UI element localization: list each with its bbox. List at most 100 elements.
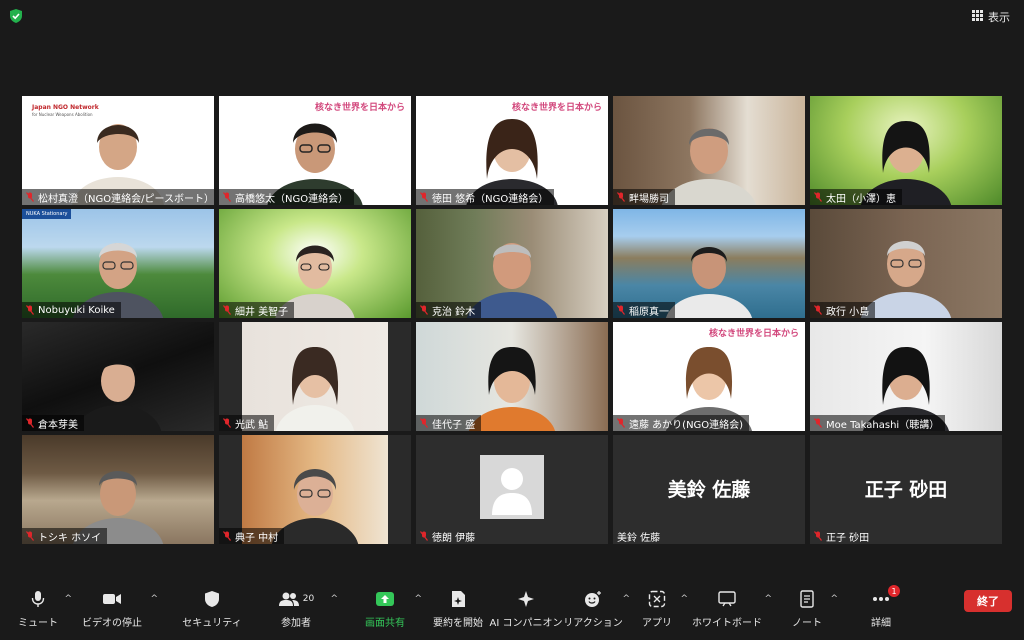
- muted-mic-icon: [223, 531, 231, 541]
- participant-name: 佳代子 盛: [432, 419, 476, 431]
- participant-tile[interactable]: 核なき世界を日本から 徳田 悠希（NGO連絡会）: [416, 96, 608, 205]
- participant-name-label: 太田（小澤）恵: [810, 189, 902, 205]
- participant-name-label: Moe Takahashi（聴講）: [810, 415, 946, 431]
- chevron-up-icon[interactable]: ^: [414, 594, 422, 604]
- chevron-up-icon[interactable]: ^: [64, 594, 72, 604]
- participant-count: 20: [302, 594, 315, 604]
- participant-tile[interactable]: 太田（小澤）恵: [810, 96, 1002, 205]
- muted-mic-icon: [223, 305, 231, 315]
- participant-tile-active-speaker[interactable]: 核なき世界を日本から 高橋悠太（NGO連絡会）: [219, 96, 411, 205]
- notes-label: ノート: [792, 618, 822, 629]
- emoji-reaction-icon: [584, 586, 602, 612]
- chevron-up-icon[interactable]: ^: [622, 594, 630, 604]
- participant-name: 遠藤 あかり(NGO連絡会): [629, 419, 744, 431]
- participant-name-label: 徳朗 伊藤: [416, 528, 481, 544]
- end-meeting-button[interactable]: 終了: [964, 590, 1012, 612]
- participant-display-name: 正子 砂田: [864, 479, 948, 501]
- notification-badge: 1: [888, 585, 900, 597]
- participant-name: 美鈴 佐藤: [617, 532, 661, 544]
- chevron-up-icon[interactable]: ^: [830, 594, 838, 604]
- participant-tile[interactable]: Japan NGO Network for Nuclear Weapons Ab…: [22, 96, 214, 205]
- participant-tile-no-video[interactable]: 正子 砂田 正子 砂田: [810, 435, 1002, 544]
- participant-name-label: 光武 鮎: [219, 415, 275, 431]
- participants-button[interactable]: 20 参加者 ^: [274, 586, 338, 634]
- participant-name-label: 美鈴 佐藤: [613, 528, 666, 544]
- muted-mic-icon: [420, 192, 428, 202]
- participant-tile-no-video[interactable]: 美鈴 佐藤 美鈴 佐藤: [613, 435, 805, 544]
- muted-mic-icon: [420, 418, 428, 428]
- participant-tile[interactable]: 克治 鈴木: [416, 209, 608, 318]
- participant-tile[interactable]: 光武 鮎: [219, 322, 411, 431]
- muted-mic-icon: [617, 305, 625, 315]
- chevron-up-icon[interactable]: ^: [330, 594, 338, 604]
- apps-icon: [648, 586, 666, 612]
- participant-display-name: 美鈴 佐藤: [667, 479, 751, 501]
- chevron-up-icon[interactable]: ^: [764, 594, 772, 604]
- participant-name-label: 細井 美智子: [219, 302, 295, 318]
- participant-tile[interactable]: 畔場勝司: [613, 96, 805, 205]
- participant-name: 高橋悠太（NGO連絡会）: [235, 193, 349, 205]
- participant-name: 畔場勝司: [629, 193, 669, 205]
- microphone-icon: [31, 586, 45, 612]
- muted-mic-icon: [26, 192, 34, 202]
- chevron-up-icon[interactable]: ^: [150, 594, 158, 604]
- participant-tile[interactable]: NUKA Stationary Nobuyuki Koike: [22, 209, 214, 318]
- participant-name: 克治 鈴木: [432, 306, 476, 318]
- muted-mic-icon: [420, 531, 428, 541]
- participant-name: 松村真澄（NGO連絡会/ピースボート）: [38, 193, 214, 205]
- participant-tile[interactable]: Moe Takahashi（聴講）: [810, 322, 1002, 431]
- participant-name: 徳田 悠希（NGO連絡会）: [432, 193, 549, 205]
- participants-icon: 20: [278, 586, 314, 612]
- ai-label: AI コンパニオン: [489, 618, 563, 629]
- participant-tile[interactable]: 典子 中村: [219, 435, 411, 544]
- participant-name-label: 政行 小島: [810, 302, 876, 318]
- participant-name-label: 松村真澄（NGO連絡会/ピースボート）: [22, 189, 214, 205]
- participant-name-label: 稲原真一: [613, 302, 675, 318]
- participant-name: Nobuyuki Koike: [38, 304, 115, 316]
- video-grid: Japan NGO Network for Nuclear Weapons Ab…: [22, 96, 1004, 544]
- start-summary-button[interactable]: 要約を開始: [432, 586, 484, 634]
- security-button[interactable]: セキュリティ: [180, 586, 244, 634]
- grid-view-icon: [972, 10, 983, 24]
- participant-name-label: 遠藤 あかり(NGO連絡会): [613, 415, 750, 431]
- participant-name: Moe Takahashi（聴講）: [826, 419, 940, 431]
- muted-mic-icon: [26, 418, 34, 428]
- apps-label: アプリ: [642, 618, 672, 629]
- apps-button[interactable]: アプリ ^: [640, 586, 688, 634]
- participant-tile-no-video[interactable]: 徳朗 伊藤: [416, 435, 608, 544]
- muted-mic-icon: [26, 531, 34, 541]
- whiteboard-button[interactable]: ホワイトボード ^: [692, 586, 772, 634]
- participant-tile[interactable]: 細井 美智子: [219, 209, 411, 318]
- more-button[interactable]: 1 詳細: [866, 585, 900, 634]
- participant-name: トシキ ホソイ: [38, 532, 102, 544]
- shield-icon: [204, 586, 220, 612]
- banner-text: NUKA Stationary: [22, 209, 72, 219]
- participant-name: 細井 美智子: [235, 306, 289, 318]
- share-screen-icon: [375, 586, 395, 612]
- participant-name-label: 佳代子 盛: [416, 415, 482, 431]
- default-avatar-icon: [480, 455, 544, 519]
- notes-button[interactable]: ノート ^: [790, 586, 838, 634]
- security-shield-icon[interactable]: [8, 8, 24, 24]
- mute-button[interactable]: ミュート ^: [18, 586, 72, 634]
- participant-tile[interactable]: 核なき世界を日本から 遠藤 あかり(NGO連絡会): [613, 322, 805, 431]
- chevron-up-icon[interactable]: ^: [680, 594, 688, 604]
- muted-mic-icon: [814, 192, 822, 202]
- participant-tile[interactable]: トシキ ホソイ: [22, 435, 214, 544]
- muted-mic-icon: [814, 531, 822, 541]
- participant-tile[interactable]: 倉本芽美: [22, 322, 214, 431]
- share-screen-button[interactable]: 画面共有 ^: [362, 586, 422, 634]
- reaction-button[interactable]: リアクション ^: [563, 586, 630, 634]
- summary-document-icon: [450, 586, 466, 612]
- participants-label: 参加者: [281, 618, 311, 629]
- meeting-toolbar: ミュート ^ ビデオの停止 ^ セキュリティ 20 参加者 ^ 画面共有 ^ 要…: [0, 582, 1024, 640]
- participant-name-label: 正子 砂田: [810, 528, 875, 544]
- muted-mic-icon: [223, 418, 231, 428]
- participant-tile[interactable]: 稲原真一: [613, 209, 805, 318]
- ai-companion-button[interactable]: AI コンパニオン: [490, 586, 562, 634]
- participant-tile[interactable]: 佳代子 盛: [416, 322, 608, 431]
- participant-tile[interactable]: 政行 小島: [810, 209, 1002, 318]
- view-button[interactable]: 表示: [968, 8, 1014, 26]
- participant-name-label: 徳田 悠希（NGO連絡会）: [416, 189, 555, 205]
- stop-video-button[interactable]: ビデオの停止 ^: [80, 586, 158, 634]
